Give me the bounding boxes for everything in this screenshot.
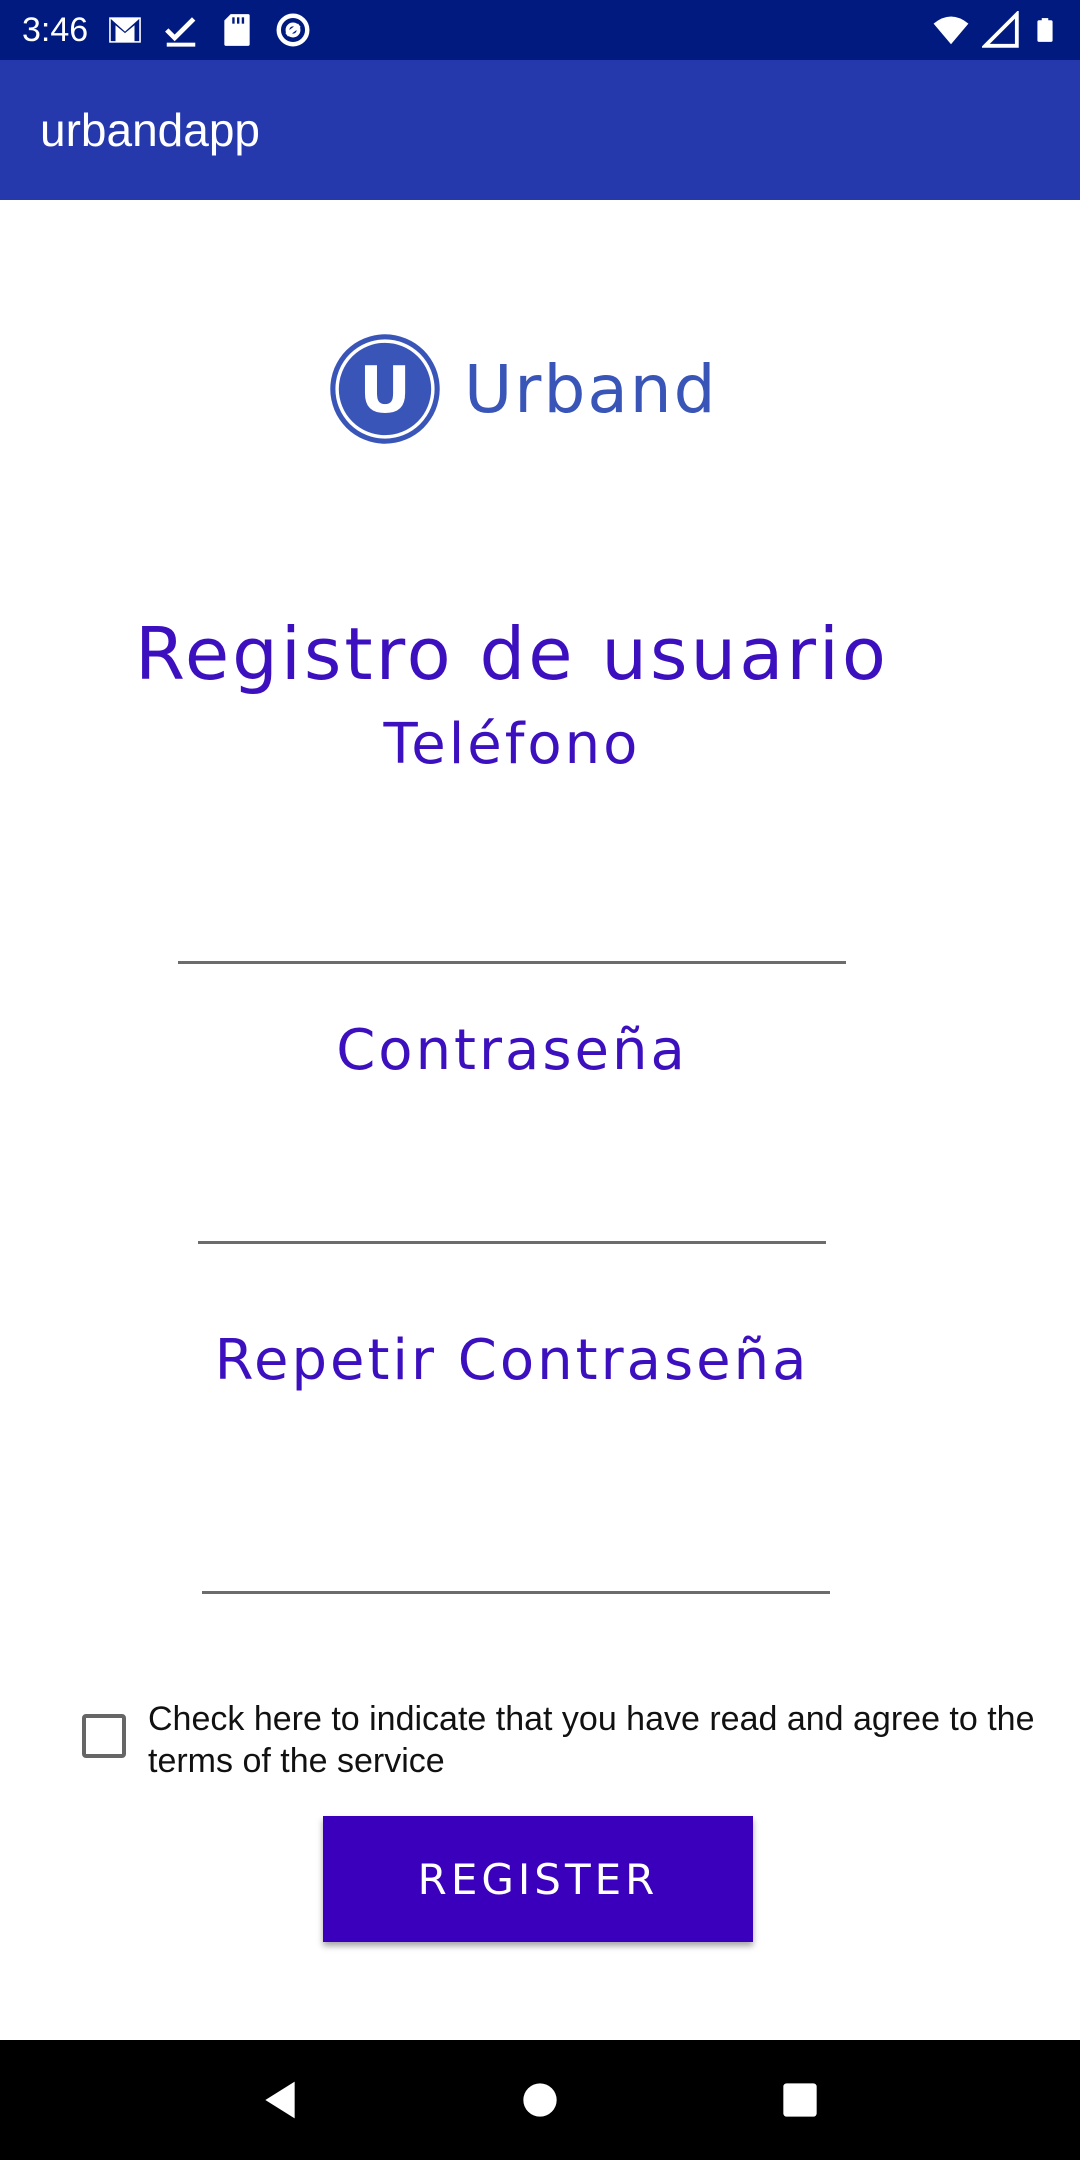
repeat-password-label: Repetir Contraseña: [214, 1328, 810, 1393]
urband-logo-icon: U: [330, 334, 440, 444]
navigation-bar: [0, 2040, 1080, 2160]
vpn-at-icon: [276, 13, 310, 47]
cell-signal-icon: [982, 11, 1019, 48]
app-bar: urbandapp: [0, 60, 1080, 200]
back-icon: [265, 2081, 295, 2119]
terms-checkbox[interactable]: [82, 1714, 126, 1758]
page-title: Registro de usuario: [135, 612, 889, 696]
phone-input[interactable]: [178, 904, 846, 964]
app-title: urbandapp: [40, 104, 260, 156]
home-icon: [523, 2083, 557, 2117]
status-bar: 3:46: [0, 0, 1080, 60]
status-right: [932, 11, 1058, 49]
register-button[interactable]: REGISTER: [323, 1816, 753, 1942]
nav-back-button[interactable]: [245, 2065, 315, 2135]
screen: 3:46 urbandapp U Urband Registro de usua…: [0, 0, 1080, 2160]
terms-text: Check here to indicate that you have rea…: [148, 1700, 1035, 1780]
password-label: Contraseña: [336, 1018, 688, 1083]
wifi-icon: [933, 16, 969, 45]
battery-icon: [1037, 18, 1053, 42]
status-left: 3:46: [22, 11, 312, 50]
logo-letter: U: [359, 354, 411, 428]
password-input[interactable]: [198, 1184, 826, 1244]
recents-icon: [783, 2083, 817, 2117]
sd-card-icon: [224, 14, 250, 46]
logo-text: Urband: [464, 350, 718, 428]
repeat-password-input[interactable]: [202, 1534, 830, 1594]
nav-home-button[interactable]: [505, 2065, 575, 2135]
nav-recents-button[interactable]: [765, 2065, 835, 2135]
status-time: 3:46: [22, 10, 89, 49]
gmail-icon: [109, 17, 142, 43]
urband-logo: U Urband: [328, 332, 718, 446]
phone-label: Teléfono: [383, 712, 641, 777]
task-check-icon: [165, 17, 196, 47]
terms-row[interactable]: Check here to indicate that you have rea…: [82, 1698, 1062, 1782]
